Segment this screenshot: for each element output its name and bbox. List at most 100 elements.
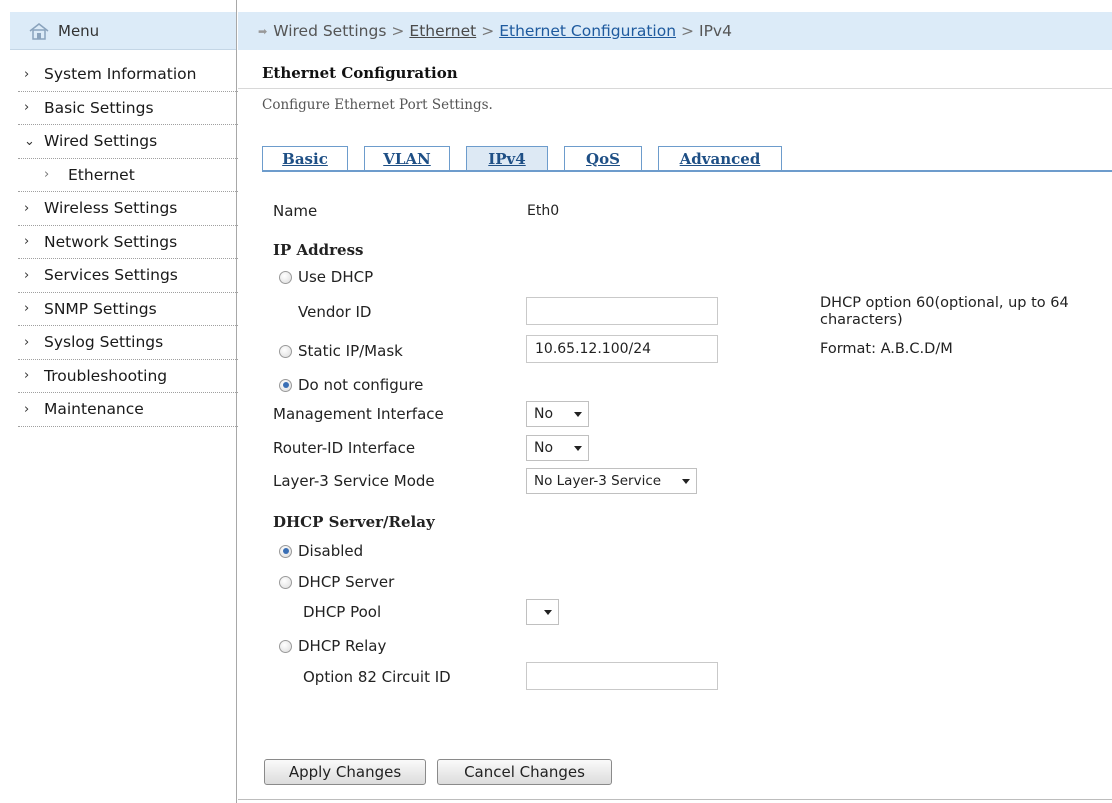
breadcrumb-link-ethernet[interactable]: Ethernet	[409, 22, 476, 40]
tab-qos[interactable]: QoS	[564, 146, 642, 171]
option82-circuit-id-input[interactable]	[526, 662, 718, 690]
sidebar: Menu › System Information › Basic Settin…	[0, 0, 238, 803]
radio-label: Use DHCP	[298, 268, 374, 286]
sidebar-item-label: System Information	[44, 65, 197, 84]
radio-icon	[279, 575, 292, 589]
chevron-right-icon: ›	[44, 167, 50, 183]
sidebar-item-maintenance[interactable]: › Maintenance	[18, 393, 238, 427]
radio-icon	[279, 639, 292, 653]
chevron-down-icon: ⌄	[24, 133, 35, 149]
layer3-service-mode-select[interactable]: No Layer-3 Service	[526, 468, 697, 494]
radio-label: DHCP Relay	[298, 637, 387, 655]
breadcrumb-link-ethernet-configuration[interactable]: Ethernet Configuration	[499, 22, 676, 40]
breadcrumb-separator: >	[391, 22, 405, 40]
sidebar-item-services-settings[interactable]: › Services Settings	[18, 259, 238, 293]
sidebar-item-troubleshooting[interactable]: › Troubleshooting	[18, 360, 238, 393]
caret-down-icon	[574, 412, 582, 417]
dhcp-server-relay-heading: DHCP Server/Relay	[273, 513, 435, 531]
tab-bar: Basic VLAN IPv4 QoS Advanced	[262, 146, 798, 171]
sidebar-item-syslog-settings[interactable]: › Syslog Settings	[18, 326, 238, 360]
sidebar-item-label: Ethernet	[68, 165, 135, 184]
static-ip-input[interactable]: 10.65.12.100/24	[526, 335, 718, 363]
chevron-right-icon: ›	[24, 200, 30, 216]
radio-label: Static IP/Mask	[298, 342, 403, 360]
sidebar-item-wireless-settings[interactable]: › Wireless Settings	[18, 192, 238, 226]
router-id-interface-select[interactable]: No	[526, 435, 589, 461]
chevron-right-icon: ›	[24, 234, 30, 250]
breadcrumb-separator: >	[481, 22, 495, 40]
radio-icon	[279, 344, 292, 358]
chevron-right-icon: ›	[24, 368, 30, 384]
radio-selected-icon	[279, 544, 292, 558]
radio-label: Disabled	[298, 542, 364, 560]
radio-label: Do not configure	[298, 376, 424, 394]
static-ip-radio[interactable]: Static IP/Mask	[279, 342, 403, 360]
sidebar-item-label: SNMP Settings	[44, 299, 157, 318]
dhcp-pool-label: DHCP Pool	[303, 603, 382, 621]
chevron-right-icon: ›	[24, 66, 30, 82]
breadcrumb-root: Wired Settings	[273, 22, 387, 40]
sidebar-item-network-settings[interactable]: › Network Settings	[18, 226, 238, 259]
layer3-service-mode-label: Layer-3 Service Mode	[273, 472, 435, 490]
breadcrumb-current: IPv4	[699, 22, 732, 40]
menu-title: Menu	[58, 21, 100, 40]
chevron-right-icon: ›	[24, 100, 30, 116]
do-not-configure-radio[interactable]: Do not configure	[279, 376, 423, 394]
tab-ipv4[interactable]: IPv4	[466, 146, 548, 171]
ip-address-heading: IP Address	[273, 241, 364, 259]
bottom-divider	[238, 799, 1112, 800]
name-value: Eth0	[527, 203, 560, 219]
home-icon	[28, 22, 50, 40]
page-title: Ethernet Configuration	[262, 64, 458, 82]
management-interface-label: Management Interface	[273, 405, 444, 423]
sidebar-item-snmp-settings[interactable]: › SNMP Settings	[18, 293, 238, 326]
chevron-right-icon: ›	[24, 334, 30, 350]
static-ip-note: Format: A.B.C.D/M	[820, 341, 953, 357]
dhcp-pool-select[interactable]	[526, 599, 559, 625]
arrow-right-icon: ➡	[258, 24, 268, 38]
chevron-right-icon: ›	[24, 267, 30, 283]
breadcrumb-separator: >	[681, 22, 695, 40]
sidebar-item-label: Maintenance	[44, 400, 144, 419]
radio-selected-icon	[279, 378, 292, 392]
tab-underline	[262, 170, 1112, 172]
apply-changes-button[interactable]: Apply Changes	[264, 759, 426, 785]
name-label: Name	[273, 202, 318, 220]
title-divider	[238, 88, 1112, 89]
page-description: Configure Ethernet Port Settings.	[262, 97, 493, 113]
caret-down-icon	[574, 446, 582, 451]
sidebar-item-label: Wireless Settings	[44, 199, 178, 218]
use-dhcp-radio[interactable]: Use DHCP	[279, 268, 373, 286]
dhcp-relay-radio[interactable]: DHCP Relay	[279, 637, 386, 655]
sidebar-item-basic-settings[interactable]: › Basic Settings	[18, 92, 238, 125]
chevron-right-icon: ›	[24, 301, 30, 317]
caret-down-icon	[682, 479, 690, 484]
select-value: No	[534, 440, 554, 456]
dhcp-server-radio[interactable]: DHCP Server	[279, 573, 394, 591]
caret-down-icon	[544, 610, 552, 615]
sidebar-item-label: Basic Settings	[44, 98, 154, 117]
breadcrumb: ➡ Wired Settings > Ethernet > Ethernet C…	[238, 12, 1112, 50]
tab-vlan[interactable]: VLAN	[364, 146, 450, 171]
menu-header: Menu	[10, 12, 236, 50]
tab-basic[interactable]: Basic	[262, 146, 348, 171]
chevron-right-icon: ›	[24, 401, 30, 417]
cancel-changes-button[interactable]: Cancel Changes	[437, 759, 612, 785]
sidebar-item-label: Services Settings	[44, 266, 178, 285]
radio-icon	[279, 270, 292, 284]
radio-label: DHCP Server	[298, 573, 395, 591]
sidebar-item-system-information[interactable]: › System Information	[18, 58, 238, 92]
select-value: No Layer-3 Service	[534, 473, 662, 489]
sidebar-item-label: Wired Settings	[44, 132, 158, 151]
sidebar-item-ethernet[interactable]: › Ethernet	[18, 159, 238, 192]
vendor-id-label: Vendor ID	[298, 303, 372, 321]
tab-advanced[interactable]: Advanced	[658, 146, 782, 171]
vendor-id-note: DHCP option 60(optional, up to 64 charac…	[820, 295, 1069, 328]
router-id-interface-label: Router-ID Interface	[273, 439, 416, 457]
vendor-id-input[interactable]	[526, 297, 718, 325]
dhcp-disabled-radio[interactable]: Disabled	[279, 542, 363, 560]
sidebar-item-label: Troubleshooting	[44, 366, 168, 385]
sidebar-item-label: Network Settings	[44, 232, 178, 251]
management-interface-select[interactable]: No	[526, 401, 589, 427]
sidebar-item-wired-settings[interactable]: ⌄ Wired Settings	[18, 125, 238, 159]
